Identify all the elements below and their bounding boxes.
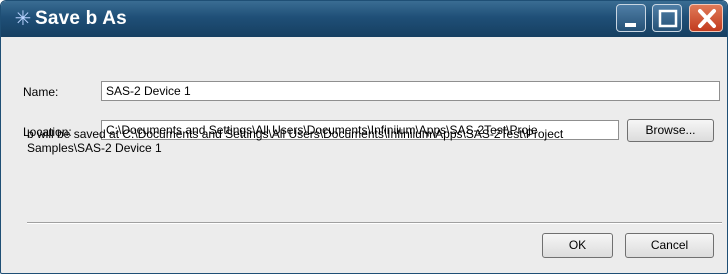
close-button[interactable] [689, 4, 723, 32]
close-icon [698, 9, 716, 28]
maximize-icon [658, 9, 678, 28]
dialog-body: Name: SAS-2 Device 1 Location: C:\Docume… [5, 37, 723, 269]
minimize-icon [625, 23, 636, 27]
window-title: Save b As [35, 8, 127, 29]
maximize-button[interactable] [652, 4, 682, 32]
name-input[interactable]: SAS-2 Device 1 [101, 81, 720, 101]
separator [27, 222, 722, 224]
cancel-button[interactable]: Cancel [625, 233, 714, 258]
name-label: Name: [23, 85, 59, 99]
title-bar[interactable]: ✳ Save b As [1, 1, 727, 37]
save-path-line-2: Samples\SAS-2 Device 1 [27, 141, 162, 155]
save-path-line-1: b will be saved at C:\Documents and Sett… [27, 127, 564, 141]
ok-button[interactable]: OK [542, 233, 613, 258]
minimize-button[interactable] [616, 4, 646, 32]
save-as-dialog: ✳ Save b As Name: SAS-2 Device 1 Locatio… [0, 0, 728, 274]
agilent-spark-icon: ✳ [14, 6, 32, 30]
save-path-info: b will be saved at C:\Documents and Sett… [27, 127, 707, 155]
